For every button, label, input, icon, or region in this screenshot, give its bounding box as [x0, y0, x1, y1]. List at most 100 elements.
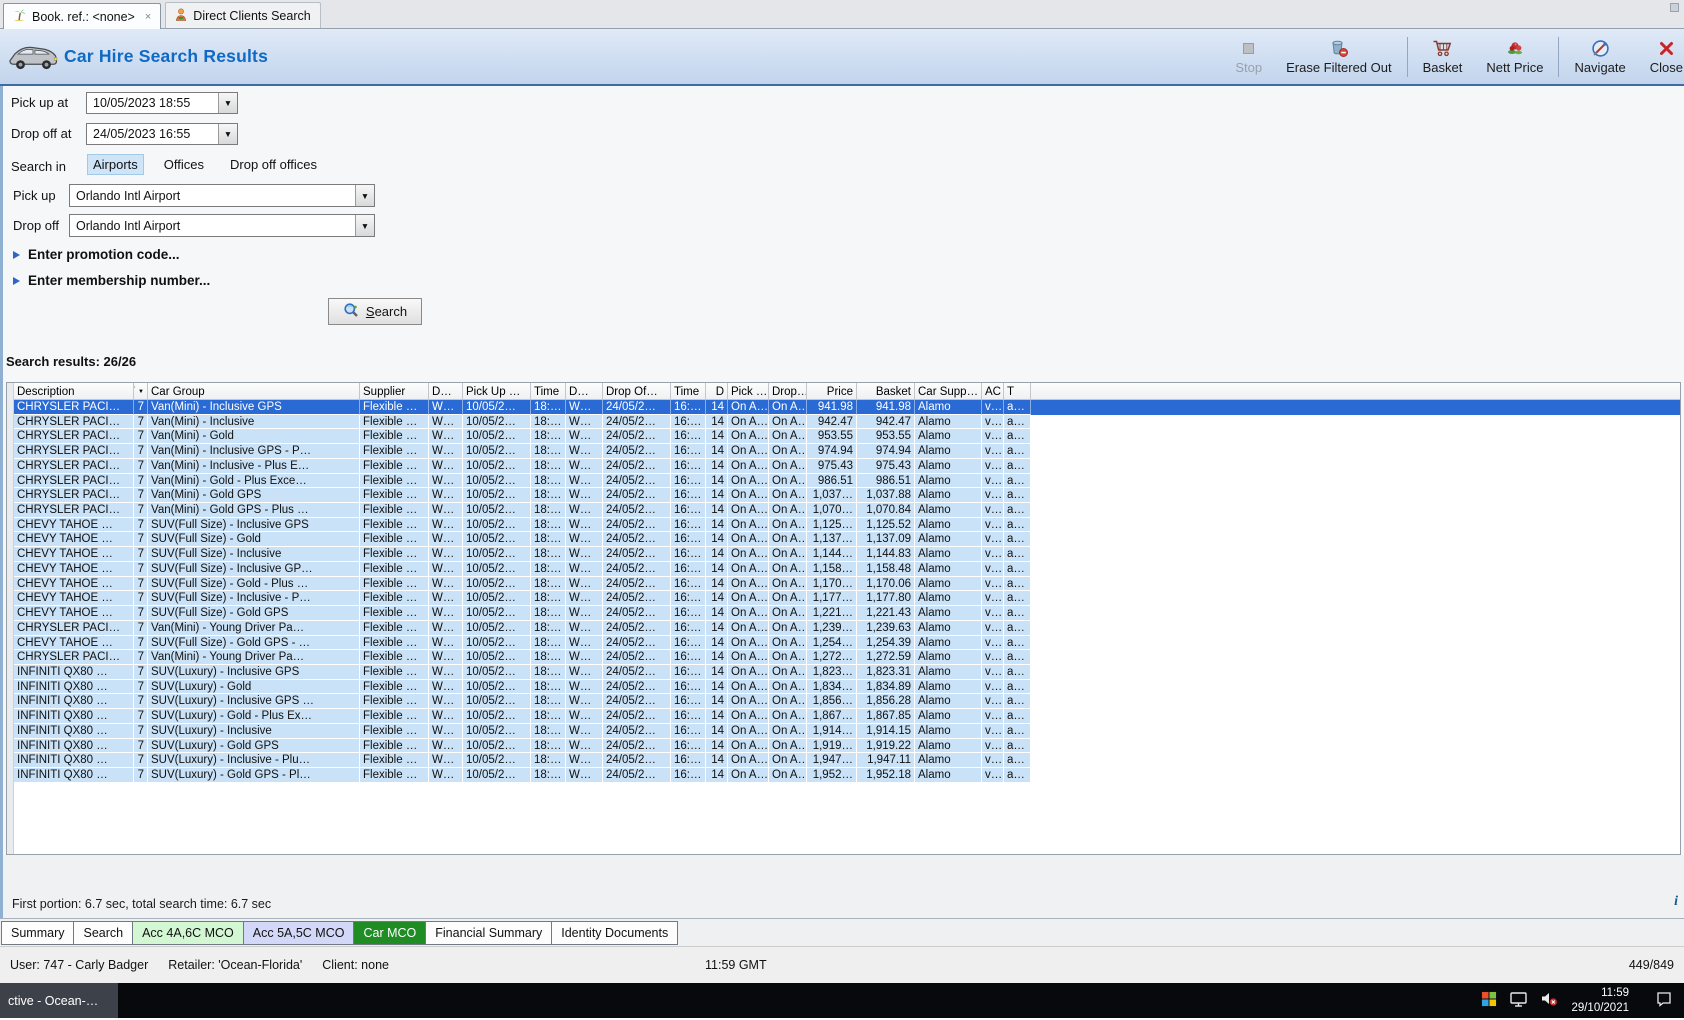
result-row[interactable]: CHEVY TAHOE … 7 SUV(Full Size) - Inclusive…: [14, 517, 1680, 533]
column-header-dropoff_date[interactable]: Drop Of…: [603, 383, 671, 399]
bottom-tab-identity-documents[interactable]: Identity Documents: [551, 921, 679, 945]
result-row[interactable]: CHEVY TAHOE … 7 SUV(Full Size) - Gold - Pl…: [14, 576, 1680, 592]
result-row[interactable]: INFINITI QX80 … 7 SUV(Luxury) - Inclusive F…: [14, 723, 1680, 739]
cell-supplier: Flexible …: [360, 414, 429, 430]
nett-price-button[interactable]: Nett Price: [1474, 35, 1555, 78]
dropoff-at-datetime-input[interactable]: 24/05/2023 16:55 ▼: [86, 123, 238, 145]
column-header-car_supplier[interactable]: Car Supp…: [915, 383, 982, 399]
column-header-t[interactable]: T: [1004, 383, 1031, 399]
column-header-price[interactable]: Price: [807, 383, 857, 399]
result-row[interactable]: CHRYSLER PACI… 7 Van(Mini) - Gold GPS - Pl…: [14, 503, 1680, 518]
search-button[interactable]: Search: [328, 298, 422, 325]
result-row[interactable]: CHEVY TAHOE … 7 SUV(Full Size) - Gold GPS F…: [14, 606, 1680, 621]
volume-muted-icon[interactable]: [1541, 991, 1558, 1010]
navigate-button[interactable]: Navigate: [1562, 35, 1637, 78]
result-row[interactable]: CHRYSLER PACI… 7 Van(Mini) - Young Driver …: [14, 620, 1680, 636]
result-row[interactable]: CHRYSLER PACI… 7 Van(Mini) - Inclusive GPS…: [14, 444, 1680, 459]
column-header-d1[interactable]: D…: [429, 383, 463, 399]
cell-pickup_loc: On A…: [728, 723, 769, 739]
notification-center-icon[interactable]: [1656, 991, 1672, 1010]
column-header-supplier[interactable]: Supplier: [360, 383, 429, 399]
column-header-ac[interactable]: AC: [982, 383, 1004, 399]
search-in-option-airports[interactable]: Airports: [87, 154, 144, 175]
cell-pickup_date: 10/05/2…: [463, 694, 531, 710]
membership-number-expander[interactable]: Enter membership number...: [13, 273, 210, 288]
search-in-options: Airports Offices Drop off offices: [87, 154, 323, 175]
chevron-down-icon[interactable]: ▼: [218, 124, 237, 144]
tab-direct-clients-search[interactable]: Direct Clients Search: [165, 2, 321, 28]
tab-close-icon[interactable]: ×: [145, 11, 151, 23]
column-header-d2[interactable]: D…: [566, 383, 603, 399]
display-tray-icon[interactable]: [1510, 991, 1528, 1010]
column-header-dropoff_time[interactable]: Time: [671, 383, 706, 399]
cell-basket: 1,919.22: [857, 738, 915, 754]
result-row[interactable]: INFINITI QX80 … 7 SUV(Luxury) - Gold GPS -…: [14, 767, 1680, 783]
result-row[interactable]: INFINITI QX80 … 7 SUV(Luxury) - Inclusive …: [14, 664, 1680, 680]
result-row[interactable]: CHRYSLER PACI… 7 Van(Mini) - Inclusive - P…: [14, 458, 1680, 474]
cell-price: 1,137…: [807, 532, 857, 548]
erase-filtered-out-button[interactable]: Erase Filtered Out: [1274, 35, 1404, 78]
result-row[interactable]: CHRYSLER PACI… 7 Van(Mini) - Gold - Plus E…: [14, 473, 1680, 489]
pickup-office-select[interactable]: Orlando Intl Airport ▼: [69, 184, 375, 207]
bottom-tab-acc-5a-5c-mco[interactable]: Acc 5A,5C MCO: [242, 921, 355, 945]
result-row[interactable]: CHRYSLER PACI… 7 Van(Mini) - Young Driver …: [14, 650, 1680, 665]
bottom-tab-acc-4a-6c-mco[interactable]: Acc 4A,6C MCO: [132, 921, 244, 945]
chevron-down-icon[interactable]: ▼: [218, 93, 237, 113]
result-row[interactable]: CHEVY TAHOE … 7 SUV(Full Size) - Inclusive…: [14, 561, 1680, 577]
cell-car_supplier: Alamo: [915, 694, 982, 710]
result-row[interactable]: INFINITI QX80 … 7 SUV(Luxury) - Gold Flexib…: [14, 679, 1680, 695]
filter-funnel-icon[interactable]: [134, 386, 136, 398]
cell-description: CHRYSLER PACI…: [14, 444, 134, 459]
result-row[interactable]: CHEVY TAHOE … 7 SUV(Full Size) - Inclusive…: [14, 591, 1680, 607]
person-icon: [175, 8, 187, 24]
tab-booking-ref[interactable]: Book. ref.: <none> ×: [3, 3, 162, 29]
column-header-days[interactable]: D: [706, 383, 728, 399]
tab-strip-overflow-icon[interactable]: [1670, 3, 1679, 12]
result-row[interactable]: CHRYSLER PACI… 7 Van(Mini) - Gold GPS Flexi…: [14, 488, 1680, 504]
result-row[interactable]: CHRYSLER PACI… 7 Van(Mini) - Inclusive GPS…: [14, 400, 1680, 415]
taskbar-clock[interactable]: 11:59 29/10/2021: [1571, 986, 1629, 1015]
result-row[interactable]: CHEVY TAHOE … 7 SUV(Full Size) - Gold GPS …: [14, 635, 1680, 651]
close-button[interactable]: Close: [1638, 35, 1684, 78]
bottom-tab-search[interactable]: Search: [73, 921, 134, 945]
result-row[interactable]: INFINITI QX80 … 7 SUV(Luxury) - Gold GPS Fl…: [14, 738, 1680, 754]
pickup-at-datetime-input[interactable]: 10/05/2023 18:55 ▼: [86, 92, 238, 114]
cell-pickup_time: 18:…: [531, 620, 566, 636]
column-header-basket[interactable]: Basket: [857, 383, 915, 399]
chevron-down-icon[interactable]: ▼: [355, 185, 374, 206]
chevron-down-icon[interactable]: ▼: [355, 215, 374, 236]
result-row[interactable]: INFINITI QX80 … 7 SUV(Luxury) - Inclusive …: [14, 694, 1680, 710]
result-row[interactable]: CHRYSLER PACI… 7 Van(Mini) - Inclusive Flex…: [14, 414, 1680, 430]
column-header-dropoff_loc[interactable]: Drop…: [769, 383, 807, 399]
cell-t: a…: [1004, 635, 1031, 651]
column-header-description[interactable]: Description: [14, 383, 134, 399]
cell-price: 1,919…: [807, 738, 857, 754]
cell-pickup_date: 10/05/2…: [463, 753, 531, 768]
column-header-seats[interactable]: ▼: [134, 383, 148, 399]
basket-button[interactable]: Basket: [1411, 35, 1475, 78]
result-row[interactable]: INFINITI QX80 … 7 SUV(Luxury) - Inclusive …: [14, 753, 1680, 768]
cell-ac: v…: [982, 400, 1004, 415]
row-selector-gutter: [7, 383, 14, 854]
result-row[interactable]: INFINITI QX80 … 7 SUV(Luxury) - Gold - Plu…: [14, 709, 1680, 724]
column-header-pickup_loc[interactable]: Pick …: [728, 383, 769, 399]
column-header-pickup_date[interactable]: Pick Up …: [463, 383, 531, 399]
colored-app-tray-icon[interactable]: [1481, 991, 1497, 1010]
column-header-car_group[interactable]: Car Group: [148, 383, 360, 399]
dropoff-office-select[interactable]: Orlando Intl Airport ▼: [69, 214, 375, 237]
result-row[interactable]: CHEVY TAHOE … 7 SUV(Full Size) - Gold Flexi…: [14, 532, 1680, 548]
column-header-pickup_time[interactable]: Time: [531, 383, 566, 399]
bottom-tab-financial-summary[interactable]: Financial Summary: [425, 921, 553, 945]
result-row[interactable]: CHRYSLER PACI… 7 Van(Mini) - Gold Flexible …: [14, 429, 1680, 445]
bottom-tab-car-mco[interactable]: Car MCO: [353, 921, 427, 945]
result-row[interactable]: CHEVY TAHOE … 7 SUV(Full Size) - Inclusive…: [14, 547, 1680, 562]
cell-price: 942.47: [807, 414, 857, 430]
bottom-tab-summary[interactable]: Summary: [1, 921, 75, 945]
taskbar-app-button[interactable]: ctive - Ocean-…: [0, 983, 118, 1018]
cell-supplier: Flexible …: [360, 532, 429, 548]
search-in-option-offices[interactable]: Offices: [158, 154, 210, 175]
promo-code-expander[interactable]: Enter promotion code...: [13, 247, 180, 262]
search-in-option-drop-off-offices[interactable]: Drop off offices: [224, 154, 323, 175]
row-filler: [1031, 576, 1680, 592]
info-icon[interactable]: i: [1674, 894, 1678, 910]
